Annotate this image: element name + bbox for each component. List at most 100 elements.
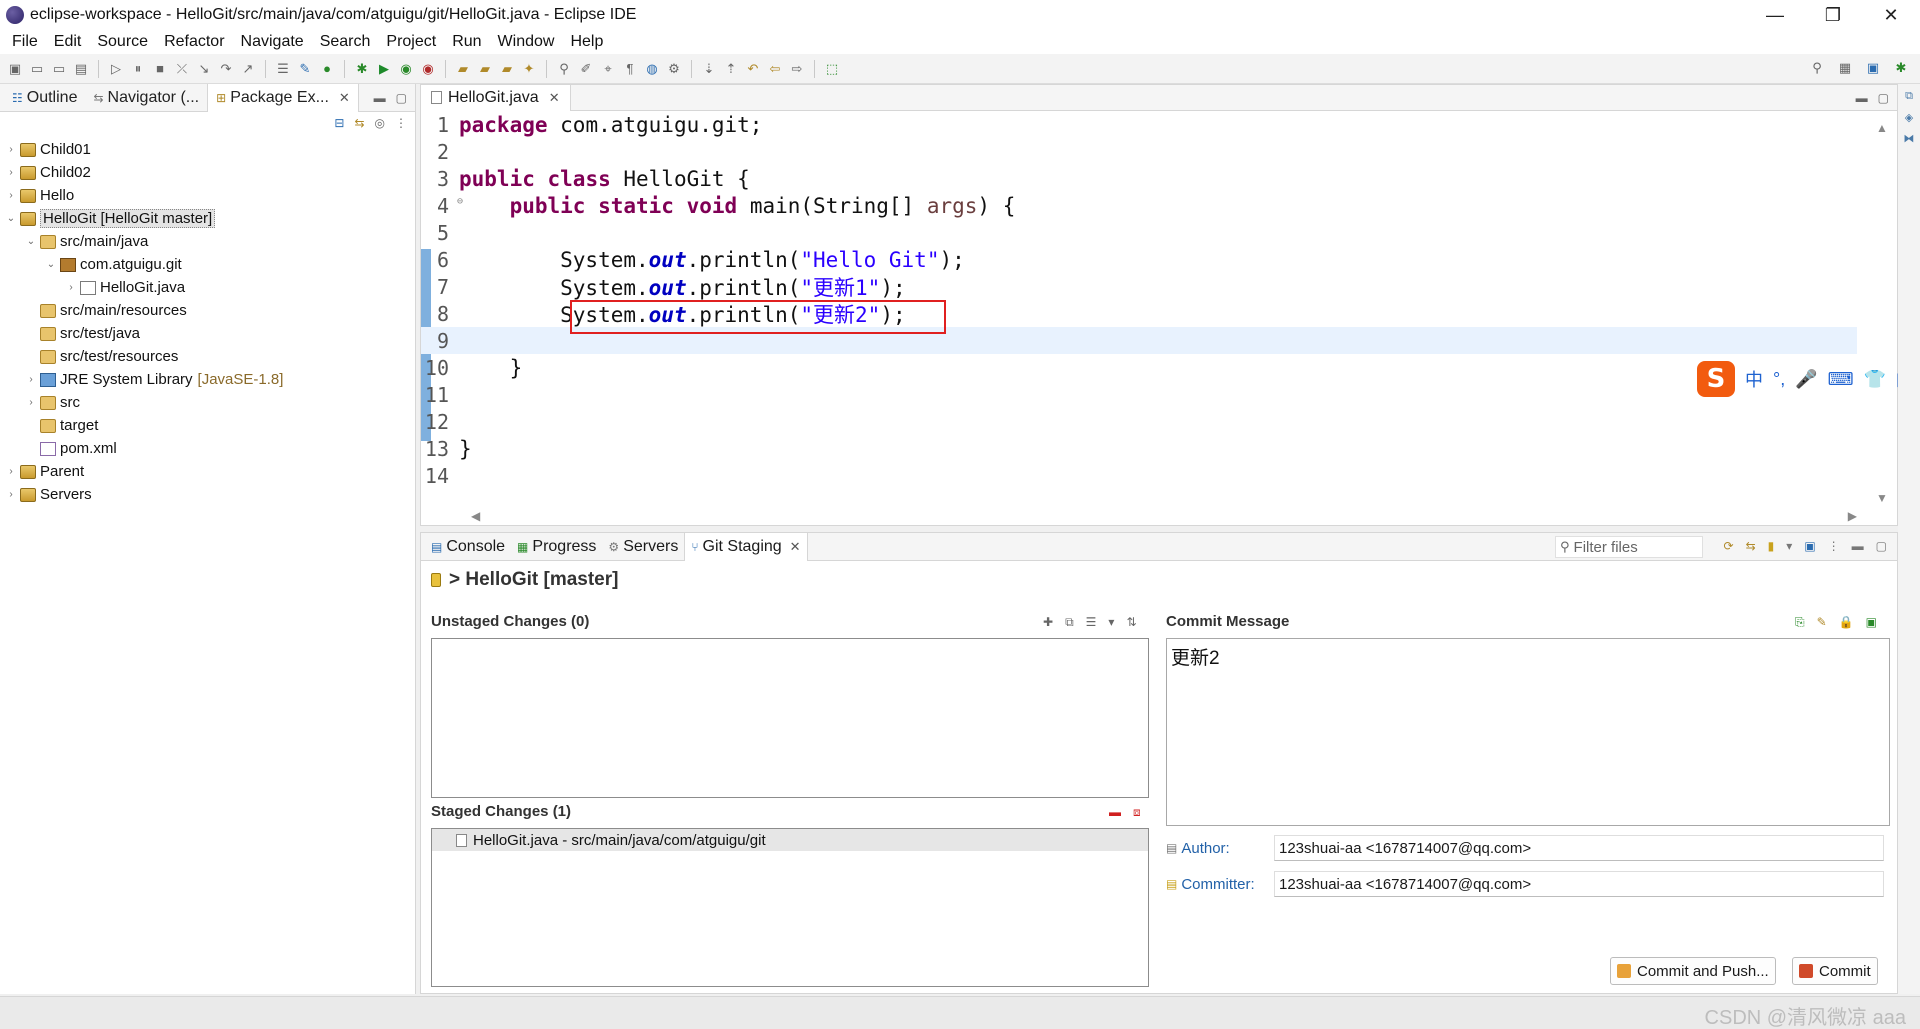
filter-files-input[interactable]: ⚲ Filter files — [1555, 536, 1703, 558]
tab-navigator[interactable]: ⇆ Navigator (... — [85, 84, 207, 112]
save-icon[interactable]: ▭ — [28, 60, 46, 78]
signed-off-icon[interactable]: ✎ — [1817, 615, 1827, 630]
resume-icon[interactable]: ▷ — [107, 60, 125, 78]
maximize-button[interactable]: ❐ — [1804, 0, 1862, 30]
ime-skin-icon[interactable]: 👕 — [1864, 369, 1886, 390]
menu-project[interactable]: Project — [378, 33, 444, 51]
spy-icon[interactable]: ⚙ — [665, 60, 683, 78]
amend-icon[interactable]: ⎘ — [1795, 615, 1805, 630]
disconnect-icon[interactable]: ⤫ — [173, 60, 191, 78]
view-menu-icon[interactable]: ⋮ — [395, 116, 407, 130]
suspend-icon[interactable]: ⏸ — [129, 60, 147, 78]
forward-icon[interactable]: ⇨ — [788, 60, 806, 78]
close-button[interactable]: ✕ — [1862, 0, 1920, 30]
tree-item[interactable]: src/test/resources — [0, 345, 415, 368]
tree-item[interactable]: › Hello — [0, 184, 415, 207]
tree-item[interactable]: › Servers — [0, 483, 415, 506]
view-menu-icon[interactable]: ⋮ — [1828, 539, 1840, 553]
open-type-icon[interactable]: ✦ — [520, 60, 538, 78]
step-into-icon[interactable]: ↘ — [195, 60, 213, 78]
collapse-all-icon[interactable]: ⊟ — [334, 116, 344, 130]
tree-item[interactable]: › HelloGit.java — [0, 276, 415, 299]
ime-chinese-mode[interactable]: 中 — [1745, 366, 1763, 392]
link-with-editor-icon[interactable]: ⇆ — [354, 116, 364, 130]
debug-perspective-icon[interactable]: ✱ — [1892, 59, 1910, 77]
menu-help[interactable]: Help — [562, 33, 611, 51]
fold-icon[interactable]: ⊖ — [457, 196, 463, 207]
tree-item[interactable]: ⌄ HelloGit [HelloGit master] — [0, 207, 415, 230]
menu-navigate[interactable]: Navigate — [233, 33, 312, 51]
tab-progress[interactable]: ▦ Progress — [511, 533, 602, 561]
menu-run[interactable]: Run — [444, 33, 489, 51]
new-icon[interactable]: ▣ — [6, 60, 24, 78]
unstage-all-icon[interactable]: ⧈ — [1133, 805, 1141, 820]
close-tab-icon[interactable]: ✕ — [549, 90, 560, 106]
collapse-icon[interactable]: ⌄ — [24, 236, 38, 247]
ime-keyboard-icon[interactable]: ⌨ — [1828, 369, 1854, 390]
tab-hellogit-java[interactable]: HelloGit.java ✕ — [421, 84, 571, 111]
close-tab-icon[interactable]: ✕ — [339, 90, 350, 106]
tree-item[interactable]: › Parent — [0, 460, 415, 483]
new-java-project-icon[interactable]: ▰ — [454, 60, 472, 78]
menu-edit[interactable]: Edit — [46, 33, 90, 51]
tab-package-explorer[interactable]: ⊞ Package Ex... ✕ — [207, 83, 359, 112]
sogou-logo-icon[interactable]: S — [1697, 361, 1735, 397]
close-tab-icon[interactable]: ✕ — [790, 539, 801, 555]
collapse-icon[interactable]: ⌄ — [44, 259, 58, 270]
menu-refactor[interactable]: Refactor — [156, 33, 232, 51]
scroll-down-icon[interactable]: ▼ — [1876, 491, 1888, 505]
toggle-mark-icon[interactable]: ✎ — [296, 60, 314, 78]
tree-item[interactable]: ⌄ src/main/java — [0, 230, 415, 253]
perspective-icon[interactable]: ▦ — [1836, 59, 1854, 77]
expand-icon[interactable]: › — [4, 489, 18, 500]
tree-item[interactable]: pom.xml — [0, 437, 415, 460]
spring-icon[interactable]: ● — [318, 60, 336, 78]
layout-icon[interactable]: ▣ — [1804, 539, 1815, 553]
external-tools-icon[interactable]: ◉ — [419, 60, 437, 78]
expand-icon[interactable]: › — [4, 190, 18, 201]
stage-icon[interactable]: ✚ — [1043, 615, 1053, 630]
horizontal-scrollbar[interactable]: ◀ ▶ — [471, 509, 1857, 523]
commit-and-push-button[interactable]: Commit and Push... — [1610, 957, 1776, 985]
save-all-icon[interactable]: ▭ — [50, 60, 68, 78]
tree-item[interactable]: › Child02 — [0, 161, 415, 184]
open-perspective-icon[interactable]: ⬚ — [823, 60, 841, 78]
link-selection-icon[interactable]: ⇆ — [1746, 539, 1756, 553]
refresh-icon[interactable]: ⟳ — [1724, 539, 1734, 553]
restore-icon[interactable]: ⧉ — [1905, 90, 1913, 103]
search-icon[interactable]: ⚲ — [1808, 59, 1826, 77]
tree-item[interactable]: › src — [0, 391, 415, 414]
minimize-view-icon[interactable]: ▬ — [374, 91, 386, 105]
tree-item[interactable]: src/test/java — [0, 322, 415, 345]
sort-icon[interactable]: ⇅ — [1126, 615, 1136, 630]
open-console-icon[interactable]: ☰ — [274, 60, 292, 78]
staged-changes-list[interactable]: HelloGit.java - src/main/java/com/atguig… — [431, 828, 1149, 987]
maximize-view-icon[interactable]: ▢ — [1878, 91, 1889, 105]
menu-source[interactable]: Source — [89, 33, 156, 51]
maximize-view-icon[interactable]: ▢ — [1876, 539, 1887, 553]
stage-all-icon[interactable]: ⧉ — [1065, 615, 1074, 630]
author-field[interactable]: 123shuai-aa <1678714007@qq.com> — [1274, 835, 1884, 861]
run-icon[interactable]: ▶ — [375, 60, 393, 78]
tab-outline[interactable]: ☷ Outline — [4, 84, 85, 112]
outline-mini-icon[interactable]: ⧓ — [1904, 132, 1915, 145]
scroll-up-icon[interactable]: ▲ — [1876, 121, 1888, 135]
expand-icon[interactable]: › — [4, 144, 18, 155]
minimize-view-icon[interactable]: ▬ — [1856, 91, 1868, 105]
commit-button[interactable]: Commit — [1792, 957, 1878, 985]
pin-icon[interactable]: ⌖ — [599, 60, 617, 78]
expand-icon[interactable]: › — [4, 167, 18, 178]
tab-servers[interactable]: ⚙ Servers — [602, 533, 684, 561]
tab-git-staging[interactable]: ⑂ Git Staging ✕ — [684, 532, 808, 561]
globe-icon[interactable]: ◍ — [643, 60, 661, 78]
next-annotation-icon[interactable]: ⇣ — [700, 60, 718, 78]
dropdown-icon[interactable]: ▾ — [1786, 539, 1792, 553]
commit-message-input[interactable]: 更新2 — [1166, 638, 1890, 826]
sign-commit-icon[interactable]: 🔒 — [1839, 615, 1854, 630]
dropdown-icon[interactable]: ▾ — [1108, 615, 1114, 630]
change-id-icon[interactable]: ▣ — [1866, 615, 1877, 630]
expand-icon[interactable]: › — [24, 374, 38, 385]
step-over-icon[interactable]: ↷ — [217, 60, 235, 78]
staged-file-item[interactable]: HelloGit.java - src/main/java/com/atguig… — [432, 829, 1148, 851]
last-edit-icon[interactable]: ↶ — [744, 60, 762, 78]
